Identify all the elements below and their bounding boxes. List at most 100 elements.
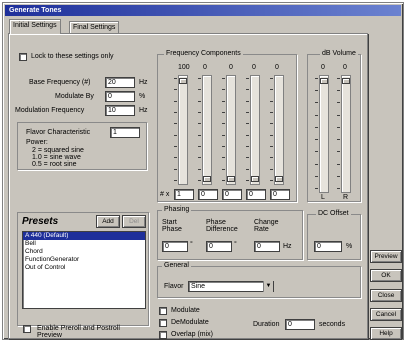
slider-thumb[interactable] [275, 176, 283, 182]
flavor-characteristic-label: Flavor Characteristic [26, 129, 91, 136]
frequency-multiplier-3[interactable]: 0 [222, 189, 242, 200]
fc-top-value-2: 0 [203, 64, 207, 71]
modulate-checkbox[interactable] [159, 307, 167, 315]
slider-tick [315, 127, 318, 128]
frequency-slider-4[interactable] [246, 75, 260, 185]
modulation-frequency-input[interactable]: 10 [105, 105, 135, 116]
enable-preroll-checkbox[interactable] [23, 325, 31, 333]
slider-tick [270, 157, 273, 158]
frequency-slider-5[interactable] [270, 75, 284, 185]
modulate-label: Modulate [171, 307, 200, 314]
modulate-by-input[interactable]: 0 [105, 91, 135, 102]
frequency-slider-2[interactable] [198, 75, 212, 185]
slider-tick [222, 89, 225, 90]
slider-tick [198, 180, 201, 181]
slider-thumb[interactable] [342, 78, 350, 84]
duration-input[interactable]: 0 [285, 319, 315, 330]
demodulate-label: DeModulate [171, 319, 209, 326]
volume-slider-right[interactable] [337, 75, 351, 193]
volume-slider-left[interactable] [315, 75, 329, 193]
slider-thumb[interactable] [203, 176, 211, 182]
db-volume-group: dB Volume 0 0 L R [307, 50, 361, 202]
help-button[interactable]: Help [370, 327, 402, 340]
presets-group: Presets Add Del A 440 (Default) Bell Cho… [17, 212, 149, 326]
fc-top-value-1: 100 [178, 64, 190, 71]
slider-tick [337, 102, 340, 103]
phase-difference-input[interactable]: 0 [206, 241, 232, 252]
slider-tick [198, 157, 201, 158]
change-rate-label-1: Change [254, 219, 279, 226]
volume-top-value-right: 0 [343, 64, 347, 71]
close-button[interactable]: Close [370, 289, 402, 302]
frequency-multiplier-2[interactable]: 0 [198, 189, 218, 200]
dc-offset-input[interactable]: 0 [314, 241, 342, 252]
modulation-frequency-label: Modulation Frequency [15, 107, 85, 114]
modulate-by-label: Modulate By [55, 93, 94, 100]
slider-tick [315, 151, 318, 152]
base-frequency-input[interactable]: 20 [105, 77, 135, 88]
demodulate-checkbox[interactable] [159, 319, 167, 327]
slider-tick [337, 127, 340, 128]
slider-tick [222, 112, 225, 113]
slider-tick [174, 78, 177, 79]
lock-label: Lock to these settings only [31, 53, 114, 60]
presets-list[interactable]: A 440 (Default) Bell Chord FunctionGener… [22, 231, 146, 309]
slider-tick [198, 89, 201, 90]
change-rate-label-2: Rate [254, 226, 269, 233]
slider-tick [198, 169, 201, 170]
slider-tick [246, 101, 249, 102]
chevron-down-icon[interactable]: ▼ [263, 281, 273, 292]
slider-tick [315, 115, 318, 116]
slider-tick [222, 135, 225, 136]
list-item[interactable]: Chord [23, 248, 145, 256]
window-title: Generate Tones [5, 5, 401, 16]
change-rate-input[interactable]: 0 [254, 241, 280, 252]
flavor-characteristic-input[interactable]: 1 [110, 127, 140, 138]
tab-initial-settings[interactable]: Initial Settings [9, 19, 61, 34]
list-item[interactable]: A 440 (Default) [23, 232, 145, 240]
list-item[interactable]: FunctionGenerator [23, 256, 145, 264]
slider-tick [174, 169, 177, 170]
db-volume-title: dB Volume [320, 50, 358, 57]
slider-thumb[interactable] [227, 176, 235, 182]
overlap-checkbox[interactable] [159, 331, 167, 339]
slider-tick [315, 164, 318, 165]
power-line-1: 2 = squared sine [32, 147, 84, 154]
list-item[interactable]: Bell [23, 240, 145, 248]
tab-final-settings[interactable]: Final Settings [69, 21, 120, 33]
slider-thumb[interactable] [320, 78, 328, 84]
modulate-by-unit: % [139, 93, 146, 100]
frequency-multiplier-4[interactable]: 0 [246, 189, 266, 200]
ok-button[interactable]: OK [370, 269, 402, 282]
slider-thumb[interactable] [251, 176, 259, 182]
volume-left-label: L [321, 194, 325, 201]
list-item[interactable]: Out of Control [23, 264, 145, 272]
slider-tick [246, 89, 249, 90]
slider-tick [315, 176, 318, 177]
frequency-multiplier-1[interactable]: 1 [174, 189, 194, 200]
power-line-2: 1.0 = sine wave [32, 154, 81, 161]
slider-tick [174, 180, 177, 181]
frequency-slider-1[interactable] [174, 75, 188, 185]
slider-tick [337, 188, 340, 189]
modulation-frequency-unit: Hz [139, 107, 148, 114]
slider-tick [198, 101, 201, 102]
slider-thumb[interactable] [179, 78, 187, 84]
fc-top-value-3: 0 [229, 64, 233, 71]
slider-tick [270, 135, 273, 136]
frequency-multiplier-5[interactable]: 0 [270, 189, 290, 200]
delete-preset-button[interactable]: Del [122, 215, 146, 228]
frequency-slider-3[interactable] [222, 75, 236, 185]
start-phase-input[interactable]: 0 [162, 241, 188, 252]
slider-tick [337, 115, 340, 116]
flavor-select[interactable]: Sine ▼ [188, 281, 274, 292]
flavor-select-label: Flavor [164, 283, 184, 290]
preview-button[interactable]: Preview [370, 250, 402, 263]
add-preset-button[interactable]: Add [96, 215, 120, 228]
slider-tick [337, 139, 340, 140]
cancel-button[interactable]: Cancel [370, 308, 402, 321]
enable-preroll-label: Enable Preroll and Postroll [37, 325, 120, 332]
lock-checkbox[interactable] [19, 53, 27, 61]
base-frequency-unit: Hz [139, 79, 148, 86]
frequency-components-title: Frequency Components [164, 50, 243, 57]
